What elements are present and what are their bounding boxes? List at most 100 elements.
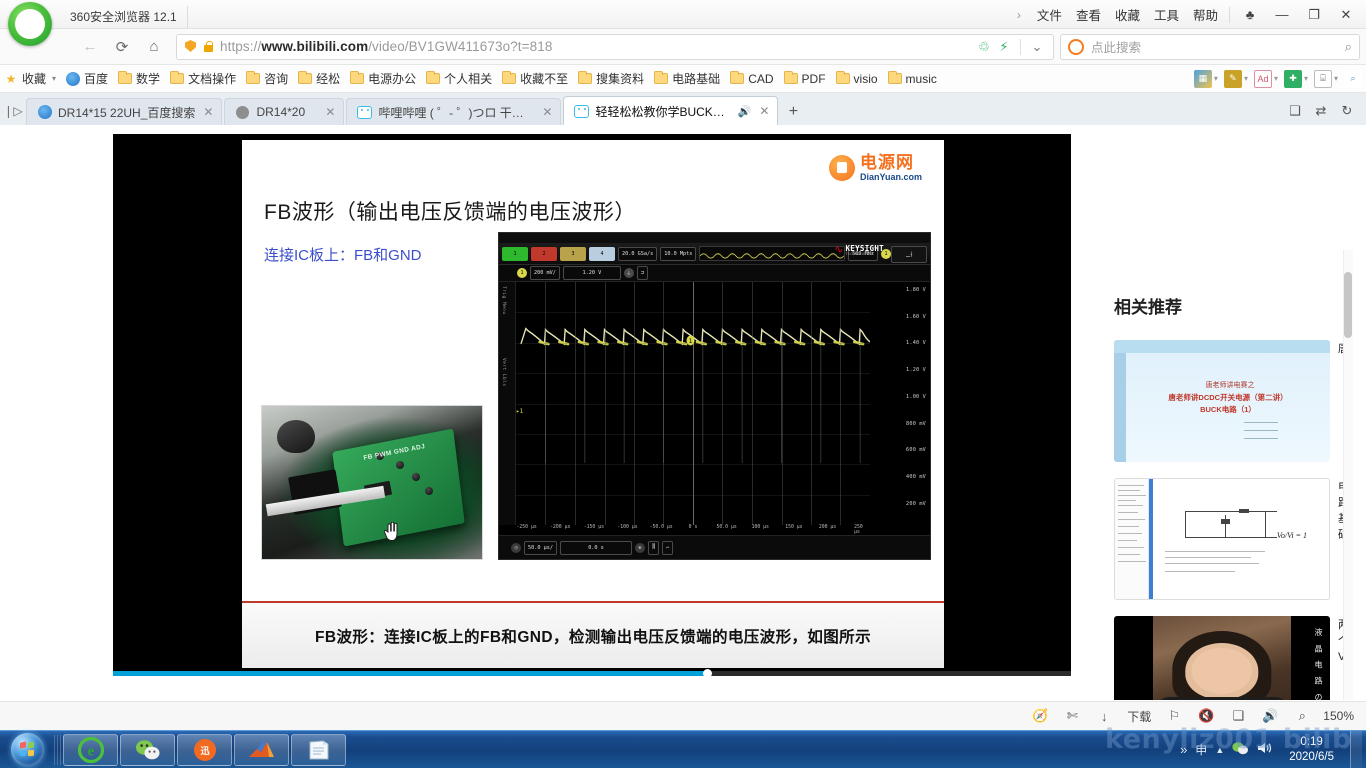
measure-icon[interactable]: ⫿⫿ <box>648 540 660 555</box>
show-desktop-button[interactable] <box>1350 730 1362 768</box>
video-progress-bar[interactable] <box>113 669 1071 678</box>
bookmark-item[interactable]: CAD <box>726 70 779 88</box>
timebase-delay-field[interactable]: 0.0 s <box>560 540 632 555</box>
channel-1-button[interactable]: 1 <box>502 246 528 261</box>
cursor-icon[interactable]: ⌐ <box>662 540 674 555</box>
bookmark-item[interactable]: 电源办公 <box>346 68 422 89</box>
magnifier-icon[interactable]: ⌕ <box>1287 705 1317 727</box>
lightning-icon[interactable]: ⚡ <box>994 37 1014 57</box>
timebase-icon[interactable]: ◷ <box>511 542 521 553</box>
channel-4-button[interactable]: 4 <box>589 246 615 261</box>
bookmark-item[interactable]: 数学 <box>114 68 166 89</box>
reload-button[interactable]: ⟳ <box>108 33 136 61</box>
bookmark-item[interactable]: visio <box>832 70 884 88</box>
zoom-icon[interactable]: ⊕ <box>635 542 645 553</box>
tab-close-icon[interactable]: ✕ <box>540 105 554 119</box>
chevron-down-icon[interactable]: ▾ <box>1214 74 1218 83</box>
tab-close-icon[interactable]: ✕ <box>757 104 771 118</box>
window-icon[interactable]: ❑ <box>1223 705 1253 727</box>
recommendation-item[interactable]: 液 晶 电 路 の 层 <box>1114 616 1330 700</box>
recommendation-item[interactable]: Vo/Vi = 1 <box>1114 478 1330 600</box>
mute-icon[interactable]: 🔇 <box>1191 705 1221 727</box>
taskbar-wechat[interactable] <box>120 733 175 766</box>
bookmark-item[interactable]: 百度 <box>62 68 114 89</box>
bookmark-favorites[interactable]: ★ 收藏 ▾ <box>0 68 62 89</box>
channel-offset-field[interactable]: 1.20 V <box>562 266 621 280</box>
sync-icon[interactable]: ⇄ <box>1308 99 1334 123</box>
taskbar-360-browser[interactable]: e <box>63 733 118 766</box>
taskbar-clock[interactable]: 0:19 2020/6/5 <box>1281 735 1342 764</box>
bookmark-item[interactable]: 个人相关 <box>422 68 498 89</box>
channel-3-button[interactable]: 3 <box>560 246 586 261</box>
tab-item[interactable]: DR14*20 ✕ <box>224 98 345 125</box>
recommendation-item[interactable]: 唐老师讲电赛之 唐老师讲DCDC开关电源（第二讲） BUCK电路（1） <box>1114 340 1330 462</box>
reload-icon[interactable]: ↻ <box>1334 99 1360 123</box>
extension-notes[interactable]: ✎ ▾ <box>1223 69 1252 88</box>
search-engine-icon[interactable] <box>1068 38 1084 55</box>
extension-adblock[interactable]: Ad ▾ <box>1253 69 1282 88</box>
tab-close-icon[interactable]: ✕ <box>323 105 337 119</box>
download-arrow-icon[interactable]: ↓ <box>1089 705 1119 727</box>
chevron-down-icon[interactable]: ▾ <box>52 74 56 83</box>
chevron-down-icon[interactable]: ▾ <box>1274 74 1278 83</box>
start-button[interactable] <box>2 732 52 768</box>
chevron-down-icon[interactable]: ▾ <box>1244 74 1248 83</box>
menu-tools[interactable]: 工具 <box>1147 1 1186 28</box>
tab-list-button[interactable]: ❘▷ <box>0 97 26 125</box>
channel-scale-field[interactable]: 200 mV/ <box>530 266 560 280</box>
timebase-scale-field[interactable]: 50.0 µs/ <box>524 540 557 555</box>
ime-indicator[interactable]: 申 <box>1195 741 1207 758</box>
memory-depth-field[interactable]: 10.0 Mpts <box>660 246 697 261</box>
minimize-button[interactable]: — <box>1266 1 1298 29</box>
taskbar-notepad[interactable] <box>291 733 346 766</box>
wechat-tray-icon[interactable] <box>1232 741 1249 758</box>
search-input[interactable]: 点此搜索 ⌕ <box>1060 33 1360 60</box>
sidebar-scrollbar[interactable] <box>1343 250 1353 700</box>
bookmark-item[interactable]: 咨询 <box>242 68 294 89</box>
extension-apps[interactable]: ▦ ▾ <box>1193 69 1222 88</box>
chevron-down-icon[interactable]: ▾ <box>1304 74 1308 83</box>
maximize-button[interactable]: ❐ <box>1298 1 1330 29</box>
channel-probe-icon[interactable]: ⊐ <box>636 266 648 280</box>
menu-help[interactable]: 帮助 <box>1186 1 1225 28</box>
bookmark-item[interactable]: PDF <box>780 70 832 88</box>
chevron-down-icon[interactable]: ▾ <box>1334 74 1338 83</box>
chevron-right-icon[interactable]: › <box>1008 8 1030 22</box>
search-icon[interactable]: ⌕ <box>1345 39 1352 55</box>
menu-file[interactable]: 文件 <box>1030 1 1069 28</box>
menu-view[interactable]: 查看 <box>1069 1 1108 28</box>
bookmark-item[interactable]: 文档操作 <box>166 68 242 89</box>
tray-overflow-icon[interactable]: » <box>1180 742 1187 757</box>
bookmark-item[interactable]: 电路基础 <box>650 68 726 89</box>
chevron-down-icon[interactable]: ⌄ <box>1027 37 1047 57</box>
bookmark-item[interactable]: 收藏不至 <box>498 68 574 89</box>
skin-icon[interactable]: ♣ <box>1234 1 1266 29</box>
download-label[interactable]: 下载 <box>1121 708 1157 725</box>
bookmark-item[interactable]: music <box>884 70 943 88</box>
taskbar-orange-app[interactable]: 迅 <box>177 733 232 766</box>
volume-icon[interactable] <box>1257 741 1273 758</box>
new-tab-button[interactable]: + <box>780 99 806 125</box>
bookmark-item[interactable]: 经松 <box>294 68 346 89</box>
video-progress-knob[interactable] <box>702 669 712 678</box>
tab-item[interactable]: DR14*15 22UH_百度搜索 ✕ <box>26 98 223 125</box>
tab-item[interactable]: 哔哩哔哩 ( ゜- ゜)つロ 干杯~-bi ✕ <box>346 98 562 125</box>
speaker-icon[interactable]: 🔊 <box>1255 705 1285 727</box>
menu-favorites[interactable]: 收藏 <box>1108 1 1147 28</box>
window-icon[interactable]: ❑ <box>1282 99 1308 123</box>
auto-scale-button[interactable]: ⚊⟊ <box>891 246 927 263</box>
tab-item-active[interactable]: 轻轻松松教你学BUCK电路_哔 🔊 ✕ <box>563 96 779 125</box>
video-player[interactable]: 电源网 DianYuan.com FB波形（输出电压反馈端的电压波形） 连接IC… <box>113 134 1071 671</box>
zoom-level[interactable]: 150% <box>1319 709 1354 723</box>
tab-audio-icon[interactable]: 🔊 <box>738 105 752 118</box>
extension-game[interactable]: ⌸ ▾ <box>1313 69 1342 88</box>
tray-arrow-icon[interactable]: ▲ <box>1215 745 1224 755</box>
channel-2-button[interactable]: 2 <box>531 246 557 261</box>
recycle-icon[interactable]: ♲ <box>974 37 994 57</box>
pin-icon[interactable]: ✄ <box>1057 705 1087 727</box>
sample-rate-field[interactable]: 20.0 GSa/s <box>618 246 658 261</box>
home-button[interactable]: ⌂ <box>140 33 168 61</box>
url-input[interactable]: https://www.bilibili.com/video/BV1GW4116… <box>176 33 1054 60</box>
sidebar-scrollbar-thumb[interactable] <box>1344 272 1352 338</box>
flag-icon[interactable]: ⚐ <box>1159 705 1189 727</box>
